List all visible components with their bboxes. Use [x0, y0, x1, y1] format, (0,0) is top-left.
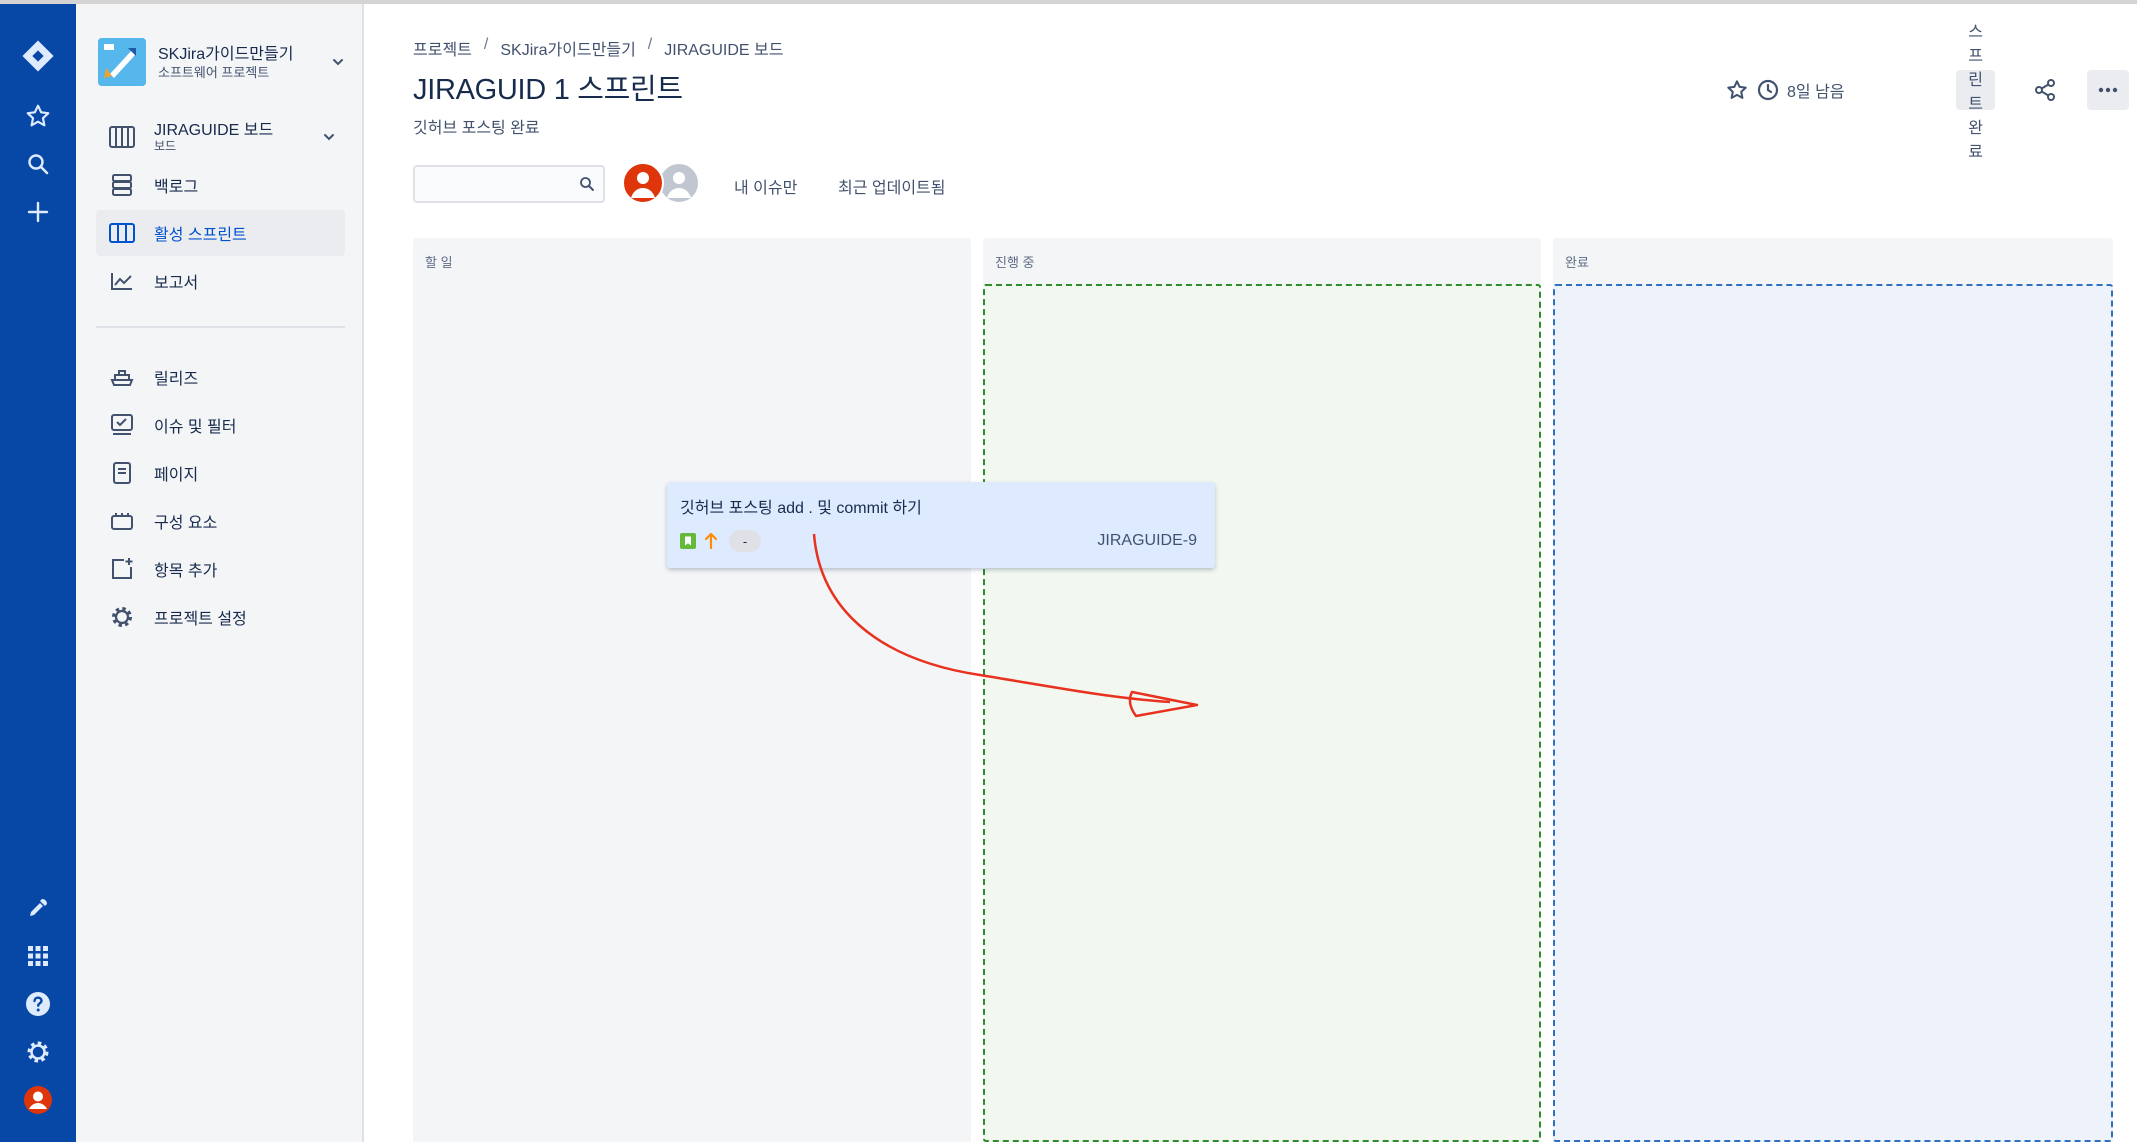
- drop-zone[interactable]: [983, 284, 1541, 1142]
- sidebar-item-issues-filters[interactable]: 이슈 및 필터: [96, 402, 345, 448]
- story-points-badge: -: [729, 530, 761, 552]
- create-icon[interactable]: [18, 192, 58, 232]
- sidebar-item-label: 항목 추가: [154, 563, 218, 580]
- sidebar-item-label: 프로젝트 설정: [154, 611, 247, 628]
- clock-icon: [1757, 79, 1779, 101]
- sidebar-item-label: 백로그: [154, 179, 199, 196]
- story-icon: [680, 533, 696, 549]
- sidebar-item-label: 페이지: [154, 467, 199, 484]
- help-icon[interactable]: [18, 984, 58, 1024]
- column-todo: 할 일: [413, 238, 971, 1142]
- share-button[interactable]: [2025, 70, 2065, 110]
- sidebar-item-active-sprint[interactable]: 활성 스프린트: [96, 210, 345, 256]
- issue-key[interactable]: JIRAGUIDE-9: [1097, 532, 1197, 550]
- more-actions-button[interactable]: [2087, 70, 2129, 110]
- main-content: 프로젝트 / SKJira가이드만들기 / JIRAGUIDE 보드 JIRAG…: [366, 4, 2137, 1142]
- issue-card[interactable]: 깃허브 포스팅 add . 및 commit 하기 - JIRAGUIDE-9: [667, 482, 1215, 568]
- sidebar-item-label: 활성 스프린트: [154, 227, 247, 244]
- breadcrumb-project[interactable]: SKJira가이드만들기: [500, 36, 635, 60]
- search-icon[interactable]: [18, 144, 58, 184]
- backlog-icon: [100, 162, 144, 208]
- unassigned-avatar[interactable]: [658, 162, 700, 204]
- days-left-label: 8일 남음: [1787, 84, 1845, 101]
- quick-filter-recently-updated[interactable]: 최근 업데이트됨: [838, 174, 946, 198]
- breadcrumb-projects[interactable]: 프로젝트: [413, 36, 472, 60]
- components-icon: [100, 498, 144, 544]
- app-switcher-icon[interactable]: [18, 936, 58, 976]
- board-name: JIRAGUIDE 보드: [154, 121, 274, 139]
- search-icon: [579, 176, 595, 197]
- board-icon: [100, 114, 144, 160]
- column-done: 완료: [1553, 238, 2113, 1142]
- sidebar-item-reports[interactable]: 보고서: [96, 258, 345, 304]
- whats-new-icon[interactable]: [18, 888, 58, 928]
- column-title: 완료: [1565, 255, 1589, 270]
- project-type: 소프트웨어 프로젝트: [158, 64, 270, 80]
- sidebar-item-backlog[interactable]: 백로그: [96, 162, 345, 208]
- project-sidebar: SKJira가이드만들기 소프트웨어 프로젝트 JIRAGUIDE 보드 보드 …: [76, 4, 364, 1142]
- breadcrumb-board[interactable]: JIRAGUIDE 보드: [664, 36, 783, 60]
- issue-card-title: 깃허브 포스팅 add . 및 commit 하기: [680, 500, 922, 517]
- breadcrumb-separator: /: [483, 36, 489, 53]
- star-button[interactable]: [1721, 70, 1753, 110]
- column-title: 진행 중: [995, 255, 1035, 270]
- assignee-avatar[interactable]: [622, 162, 664, 204]
- star-icon: [1727, 80, 1747, 99]
- drop-zone[interactable]: [1553, 284, 2113, 1142]
- breadcrumb: 프로젝트 / SKJira가이드만들기 / JIRAGUIDE 보드: [413, 36, 783, 60]
- sprint-time-remaining: 8일 남음: [1757, 70, 1849, 110]
- chevron-down-icon: [328, 52, 348, 72]
- priority-high-icon: [703, 532, 719, 555]
- search-input[interactable]: [415, 167, 565, 201]
- settings-icon[interactable]: [18, 1032, 58, 1072]
- board-switcher[interactable]: JIRAGUIDE 보드 보드: [96, 112, 345, 162]
- chevron-down-icon: [319, 127, 339, 147]
- starred-icon[interactable]: [18, 96, 58, 136]
- issues-icon: [100, 402, 144, 448]
- add-item-icon: [100, 546, 144, 592]
- page-title: JIRAGUID 1 스프린트: [413, 74, 683, 106]
- complete-sprint-button[interactable]: 스프린트 완료: [1956, 24, 1995, 161]
- sidebar-item-components[interactable]: 구성 요소: [96, 498, 345, 544]
- sidebar-item-releases[interactable]: 릴리즈: [96, 354, 345, 400]
- project-name: SKJira가이드만들기: [158, 45, 294, 63]
- sidebar-item-add-item[interactable]: 항목 추가: [96, 546, 345, 592]
- quick-filter-my-issues[interactable]: 내 이슈만: [734, 174, 797, 198]
- sidebar-item-label: 보고서: [154, 275, 199, 292]
- settings-icon: [100, 594, 144, 640]
- board-search: [413, 165, 605, 203]
- reports-icon: [100, 258, 144, 304]
- share-icon: [2035, 79, 2055, 101]
- project-avatar: [98, 38, 146, 86]
- sidebar-item-project-settings[interactable]: 프로젝트 설정: [96, 594, 345, 640]
- profile-avatar-icon[interactable]: [18, 1080, 58, 1120]
- project-header[interactable]: SKJira가이드만들기 소프트웨어 프로젝트: [98, 34, 348, 90]
- breadcrumb-separator: /: [647, 36, 653, 53]
- releases-icon: [100, 354, 144, 400]
- sprint-goal: 깃허브 포스팅 완료: [413, 120, 540, 137]
- sidebar-item-label: 이슈 및 필터: [154, 419, 237, 436]
- board-type: 보드: [154, 138, 177, 153]
- sidebar-item-label: 릴리즈: [154, 371, 199, 388]
- board-icon: [100, 210, 144, 256]
- sidebar-item-label: 구성 요소: [154, 515, 218, 532]
- column-in-progress: 진행 중: [983, 238, 1541, 1142]
- global-nav: [0, 4, 76, 1142]
- page-icon: [100, 450, 144, 496]
- sidebar-item-pages[interactable]: 페이지: [96, 450, 345, 496]
- sidebar-divider: [96, 326, 345, 328]
- column-title: 할 일: [425, 255, 453, 270]
- jira-logo-icon[interactable]: [18, 36, 58, 76]
- more-icon: [2098, 87, 2118, 93]
